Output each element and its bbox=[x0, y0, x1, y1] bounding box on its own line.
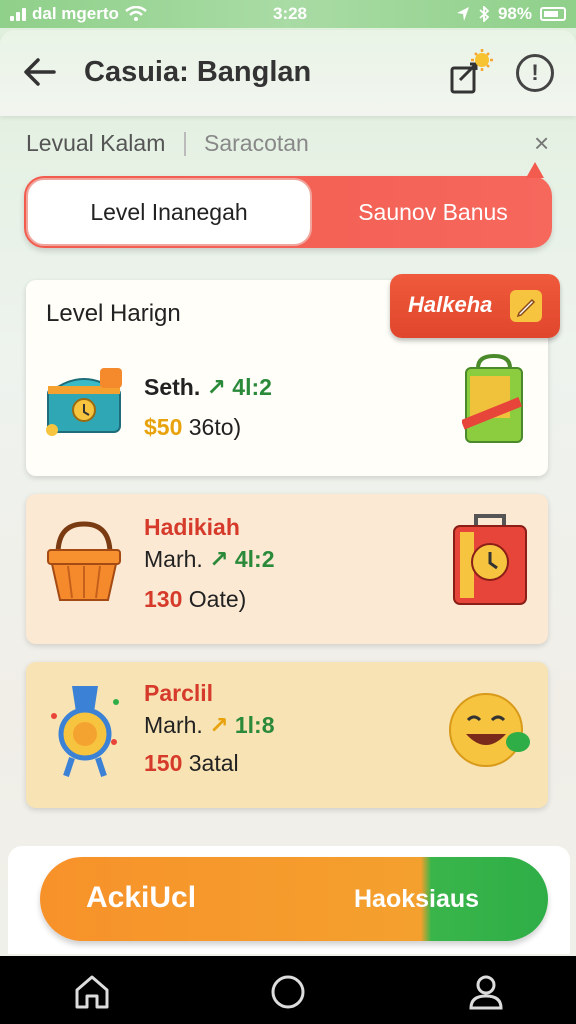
item-price: 130 Oate) bbox=[144, 586, 247, 612]
close-icon[interactable]: × bbox=[534, 128, 549, 159]
wifi-icon bbox=[125, 6, 147, 21]
section-title: Level Harign bbox=[46, 300, 181, 327]
item-title: Parclil bbox=[144, 680, 214, 706]
app-header: Casuia: Banglan ! bbox=[0, 30, 576, 116]
clock: 3:28 bbox=[272, 4, 308, 23]
item-title: Hadikiah bbox=[144, 514, 240, 540]
item-level: Marh. ↗ 4l:2 bbox=[144, 546, 275, 572]
reward-card[interactable]: Hadikiah Marh. ↗ 4l:2 130 Oate) bbox=[26, 494, 548, 644]
basket-icon bbox=[47, 521, 121, 601]
status-right: 98% bbox=[456, 4, 566, 24]
segment-bonus[interactable]: Saunov Banus bbox=[318, 178, 548, 246]
info-icon[interactable]: ! bbox=[516, 54, 554, 92]
action-left-label: AckiUcl bbox=[86, 881, 197, 914]
profile-icon[interactable] bbox=[466, 972, 506, 1012]
back-arrow-icon[interactable] bbox=[20, 52, 60, 92]
bluetooth-icon bbox=[479, 6, 490, 22]
share-icon[interactable] bbox=[446, 48, 496, 98]
home-icon[interactable] bbox=[72, 972, 112, 1012]
treasure-chest-icon bbox=[46, 368, 122, 436]
item-level: Marh. ↗ 1l:8 bbox=[144, 712, 275, 738]
item-price: $50 36to) bbox=[144, 414, 242, 440]
toggle-notch bbox=[526, 162, 544, 178]
signal-icon bbox=[10, 7, 26, 21]
location-icon bbox=[456, 7, 469, 21]
medal-icon bbox=[51, 686, 119, 777]
battery-percent: 98% bbox=[497, 4, 532, 23]
breadcrumb: Levual Kalam Saracotan × bbox=[0, 128, 576, 160]
carrier-label: dal mgerto bbox=[32, 4, 119, 23]
page-title: Casuia: Banglan bbox=[84, 56, 312, 88]
emoji-icon bbox=[449, 693, 530, 767]
badge-label: Halkeha bbox=[408, 292, 493, 317]
action-right-label[interactable]: Haoksiaus bbox=[354, 885, 479, 914]
item-price: 150 3atal bbox=[144, 750, 239, 776]
action-button[interactable]: AckiUcl Haoksiaus bbox=[40, 857, 548, 941]
pencil-icon bbox=[510, 290, 542, 322]
bottom-nav bbox=[0, 956, 576, 1024]
gift-bag-icon bbox=[462, 354, 523, 443]
clock-suitcase-icon bbox=[453, 514, 527, 605]
item-name: Seth. ↗ 4l:2 bbox=[144, 374, 272, 400]
segment-level[interactable]: Level Inanegah bbox=[26, 178, 312, 246]
status-bar: dal mgerto 3:28 98% bbox=[0, 0, 576, 28]
badge-button[interactable]: Halkeha bbox=[390, 274, 560, 338]
status-left: dal mgerto bbox=[10, 4, 147, 24]
reward-card[interactable]: Parclil Marh. ↗ 1l:8 150 3atal bbox=[26, 662, 548, 808]
breadcrumb-active[interactable]: Levual Kalam bbox=[26, 130, 165, 157]
breadcrumb-other[interactable]: Saracotan bbox=[204, 130, 309, 157]
breadcrumb-divider bbox=[184, 132, 186, 156]
featured-card[interactable]: Level Harign Halkeha Seth. ↗ 4l:2 $50 36… bbox=[26, 274, 560, 476]
circle-home-icon[interactable] bbox=[268, 972, 308, 1012]
battery-icon bbox=[540, 7, 566, 21]
segment-toggle: Level Inanegah Saunov Banus bbox=[24, 162, 552, 248]
